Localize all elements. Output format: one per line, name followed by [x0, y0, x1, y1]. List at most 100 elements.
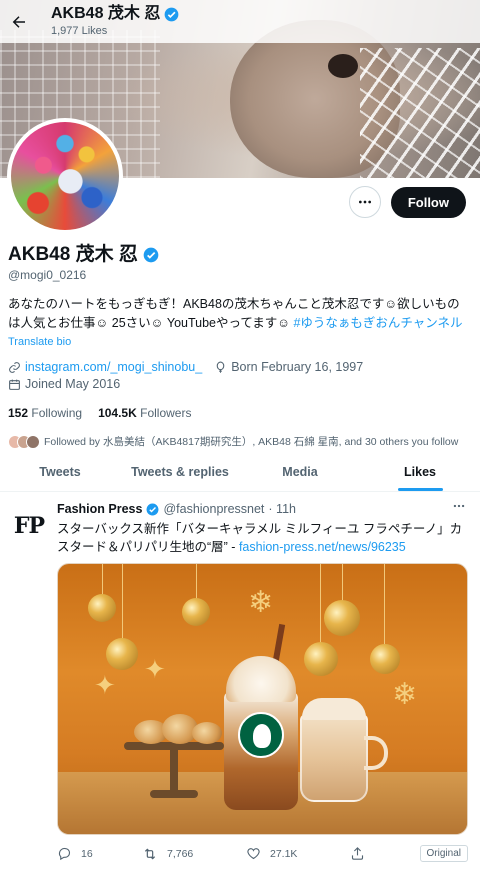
snowflake-ornament: ❄ [392, 678, 418, 711]
birthday-text: Born February 16, 1997 [231, 360, 364, 374]
share-action[interactable] [350, 846, 365, 861]
bio-hashtag-link[interactable]: #ゆうなぁもぎおんチャンネル [293, 316, 462, 330]
snowflake-ornament: ✦ [94, 670, 116, 700]
whipped-cream [226, 656, 296, 702]
banner-rabbit-eye [328, 54, 358, 78]
reply-count: 16 [81, 847, 93, 860]
profile-name-row: AKB48 茂木 忍 [8, 243, 470, 267]
tweet-author-handle[interactable]: @fashionpressnet [163, 502, 264, 516]
follow-button[interactable]: Follow [390, 186, 466, 218]
verified-badge-icon [143, 247, 159, 263]
joined-item: Joined May 2016 [8, 377, 120, 391]
header-text: AKB48 茂木 忍 1,977 Likes [51, 5, 179, 38]
header-likes-count: 1,977 Likes [51, 25, 108, 37]
reply-icon [58, 847, 71, 861]
pastry-stand-leg [170, 750, 178, 794]
arrow-left-icon [12, 15, 25, 28]
mug-handle [364, 736, 388, 770]
birthday-item: Born February 16, 1997 [214, 360, 363, 374]
heart-icon [247, 848, 260, 860]
latte-mug [300, 714, 368, 802]
tweet-link[interactable]: fashion-press.net/news/96235 [239, 540, 406, 554]
reply-action[interactable]: 16 [57, 846, 142, 861]
tweet-time[interactable]: · 11h [268, 502, 296, 516]
tweet-header: Fashion Press @fashionpressnet · 11h [57, 502, 296, 516]
followers-label: Followers [140, 406, 192, 420]
verified-badge-icon [146, 503, 159, 515]
snowflake-ornament: ✦ [144, 654, 166, 684]
ornament [88, 594, 116, 622]
banner-cage [360, 48, 480, 178]
ornament [182, 598, 210, 626]
link-icon [9, 361, 20, 373]
author-avatar[interactable]: FP [9, 506, 49, 546]
ornament-string [102, 564, 103, 596]
pastry [192, 722, 222, 744]
website-link[interactable]: instagram.com/_mogi_shinobu_ [25, 360, 202, 374]
follower-avatar [26, 434, 40, 449]
ornament-string [342, 564, 343, 602]
profile-bio: あなたのハートをもっぎもぎ！AKB48の茂木ちゃんこと茂木忍です☺欲しいものは人… [8, 295, 470, 332]
ornament [324, 600, 360, 636]
following-label: Following [31, 406, 83, 420]
profile-actions: Follow [348, 186, 466, 218]
tweet-more-button[interactable] [452, 499, 466, 516]
original-badge[interactable]: Original [419, 845, 468, 862]
profile-tabs: Tweets Tweets & replies Media Likes [0, 452, 480, 492]
like-action[interactable]: 27.1K [246, 846, 350, 861]
balloon-icon [216, 361, 225, 373]
ornament [106, 638, 138, 670]
tweet-text: スターバックス新作「バターキャラメル ミルフィーユ フラペチーノ」カスタード＆パ… [57, 520, 467, 556]
tab-likes[interactable]: Likes [360, 452, 480, 491]
top-bar: AKB48 茂木 忍 1,977 Likes [0, 0, 480, 43]
share-icon [351, 847, 364, 860]
tab-media[interactable]: Media [240, 452, 360, 491]
more-dots-icon [453, 504, 465, 508]
meta-row-1: instagram.com/_mogi_shinobu_ Born Februa… [8, 359, 470, 375]
tweet-image[interactable]: ❄ ✦ ✦ ❄ [57, 563, 468, 835]
more-options-button[interactable] [348, 186, 381, 218]
ornament-string [320, 564, 321, 644]
following-count: 152 [8, 406, 29, 420]
header-title-row: AKB48 茂木 忍 [51, 5, 179, 23]
verified-badge-icon [164, 7, 179, 21]
back-button[interactable] [2, 5, 36, 39]
retweet-count: 7,766 [167, 847, 194, 860]
meta-row-2: Joined May 2016 [8, 376, 470, 392]
followed-by-text: Followed by 水島美結（AKB4817期研究生）, AKB48 石綿 … [44, 436, 459, 448]
retweet-icon [144, 847, 156, 860]
more-dots-icon [358, 200, 371, 204]
translate-bio-link[interactable]: Translate bio [8, 335, 470, 349]
retweet-action[interactable]: 7,766 [142, 846, 246, 862]
latte-foam [302, 698, 366, 720]
followed-by-row[interactable]: Followed by 水島美結（AKB4817期研究生）, AKB48 石綿 … [8, 434, 470, 449]
followers-stat[interactable]: 104.5K Followers [98, 406, 191, 420]
calendar-icon [9, 379, 20, 390]
tweet-author-name[interactable]: Fashion Press [57, 502, 142, 516]
tab-tweets[interactable]: Tweets [0, 452, 120, 491]
ornament [304, 642, 338, 676]
ornament [370, 644, 400, 674]
pastry-stand-base [150, 790, 198, 798]
website-item: instagram.com/_mogi_shinobu_ [8, 360, 202, 374]
snowflake-ornament: ❄ [248, 586, 274, 619]
like-count: 27.1K [270, 847, 298, 860]
ornament-string [122, 564, 123, 640]
profile-info: AKB48 茂木 忍 @mogi0_0216 あなたのハートをもっぎもぎ！AKB… [8, 243, 470, 449]
following-stat[interactable]: 152 Following [8, 406, 82, 420]
followed-avatars [8, 434, 40, 449]
profile-meta: instagram.com/_mogi_shinobu_ Born Februa… [8, 359, 470, 392]
followers-count: 104.5K [98, 406, 137, 420]
tweet-actions: 16 7,766 27.1K Original [57, 845, 468, 862]
tweet-card[interactable]: FP Fashion Press @fashionpressnet · 11h … [0, 493, 480, 876]
tab-tweets-replies[interactable]: Tweets & replies [120, 452, 240, 491]
joined-text: Joined May 2016 [25, 377, 121, 391]
follow-stats: 152 Following 104.5K Followers [8, 406, 470, 420]
header-title: AKB48 茂木 忍 [51, 5, 161, 22]
starbucks-logo [238, 712, 284, 758]
ornament-string [196, 564, 197, 600]
profile-avatar[interactable] [7, 118, 123, 234]
profile-handle: @mogi0_0216 [8, 268, 87, 282]
profile-name: AKB48 茂木 忍 [8, 244, 138, 265]
ornament-string [384, 564, 385, 646]
